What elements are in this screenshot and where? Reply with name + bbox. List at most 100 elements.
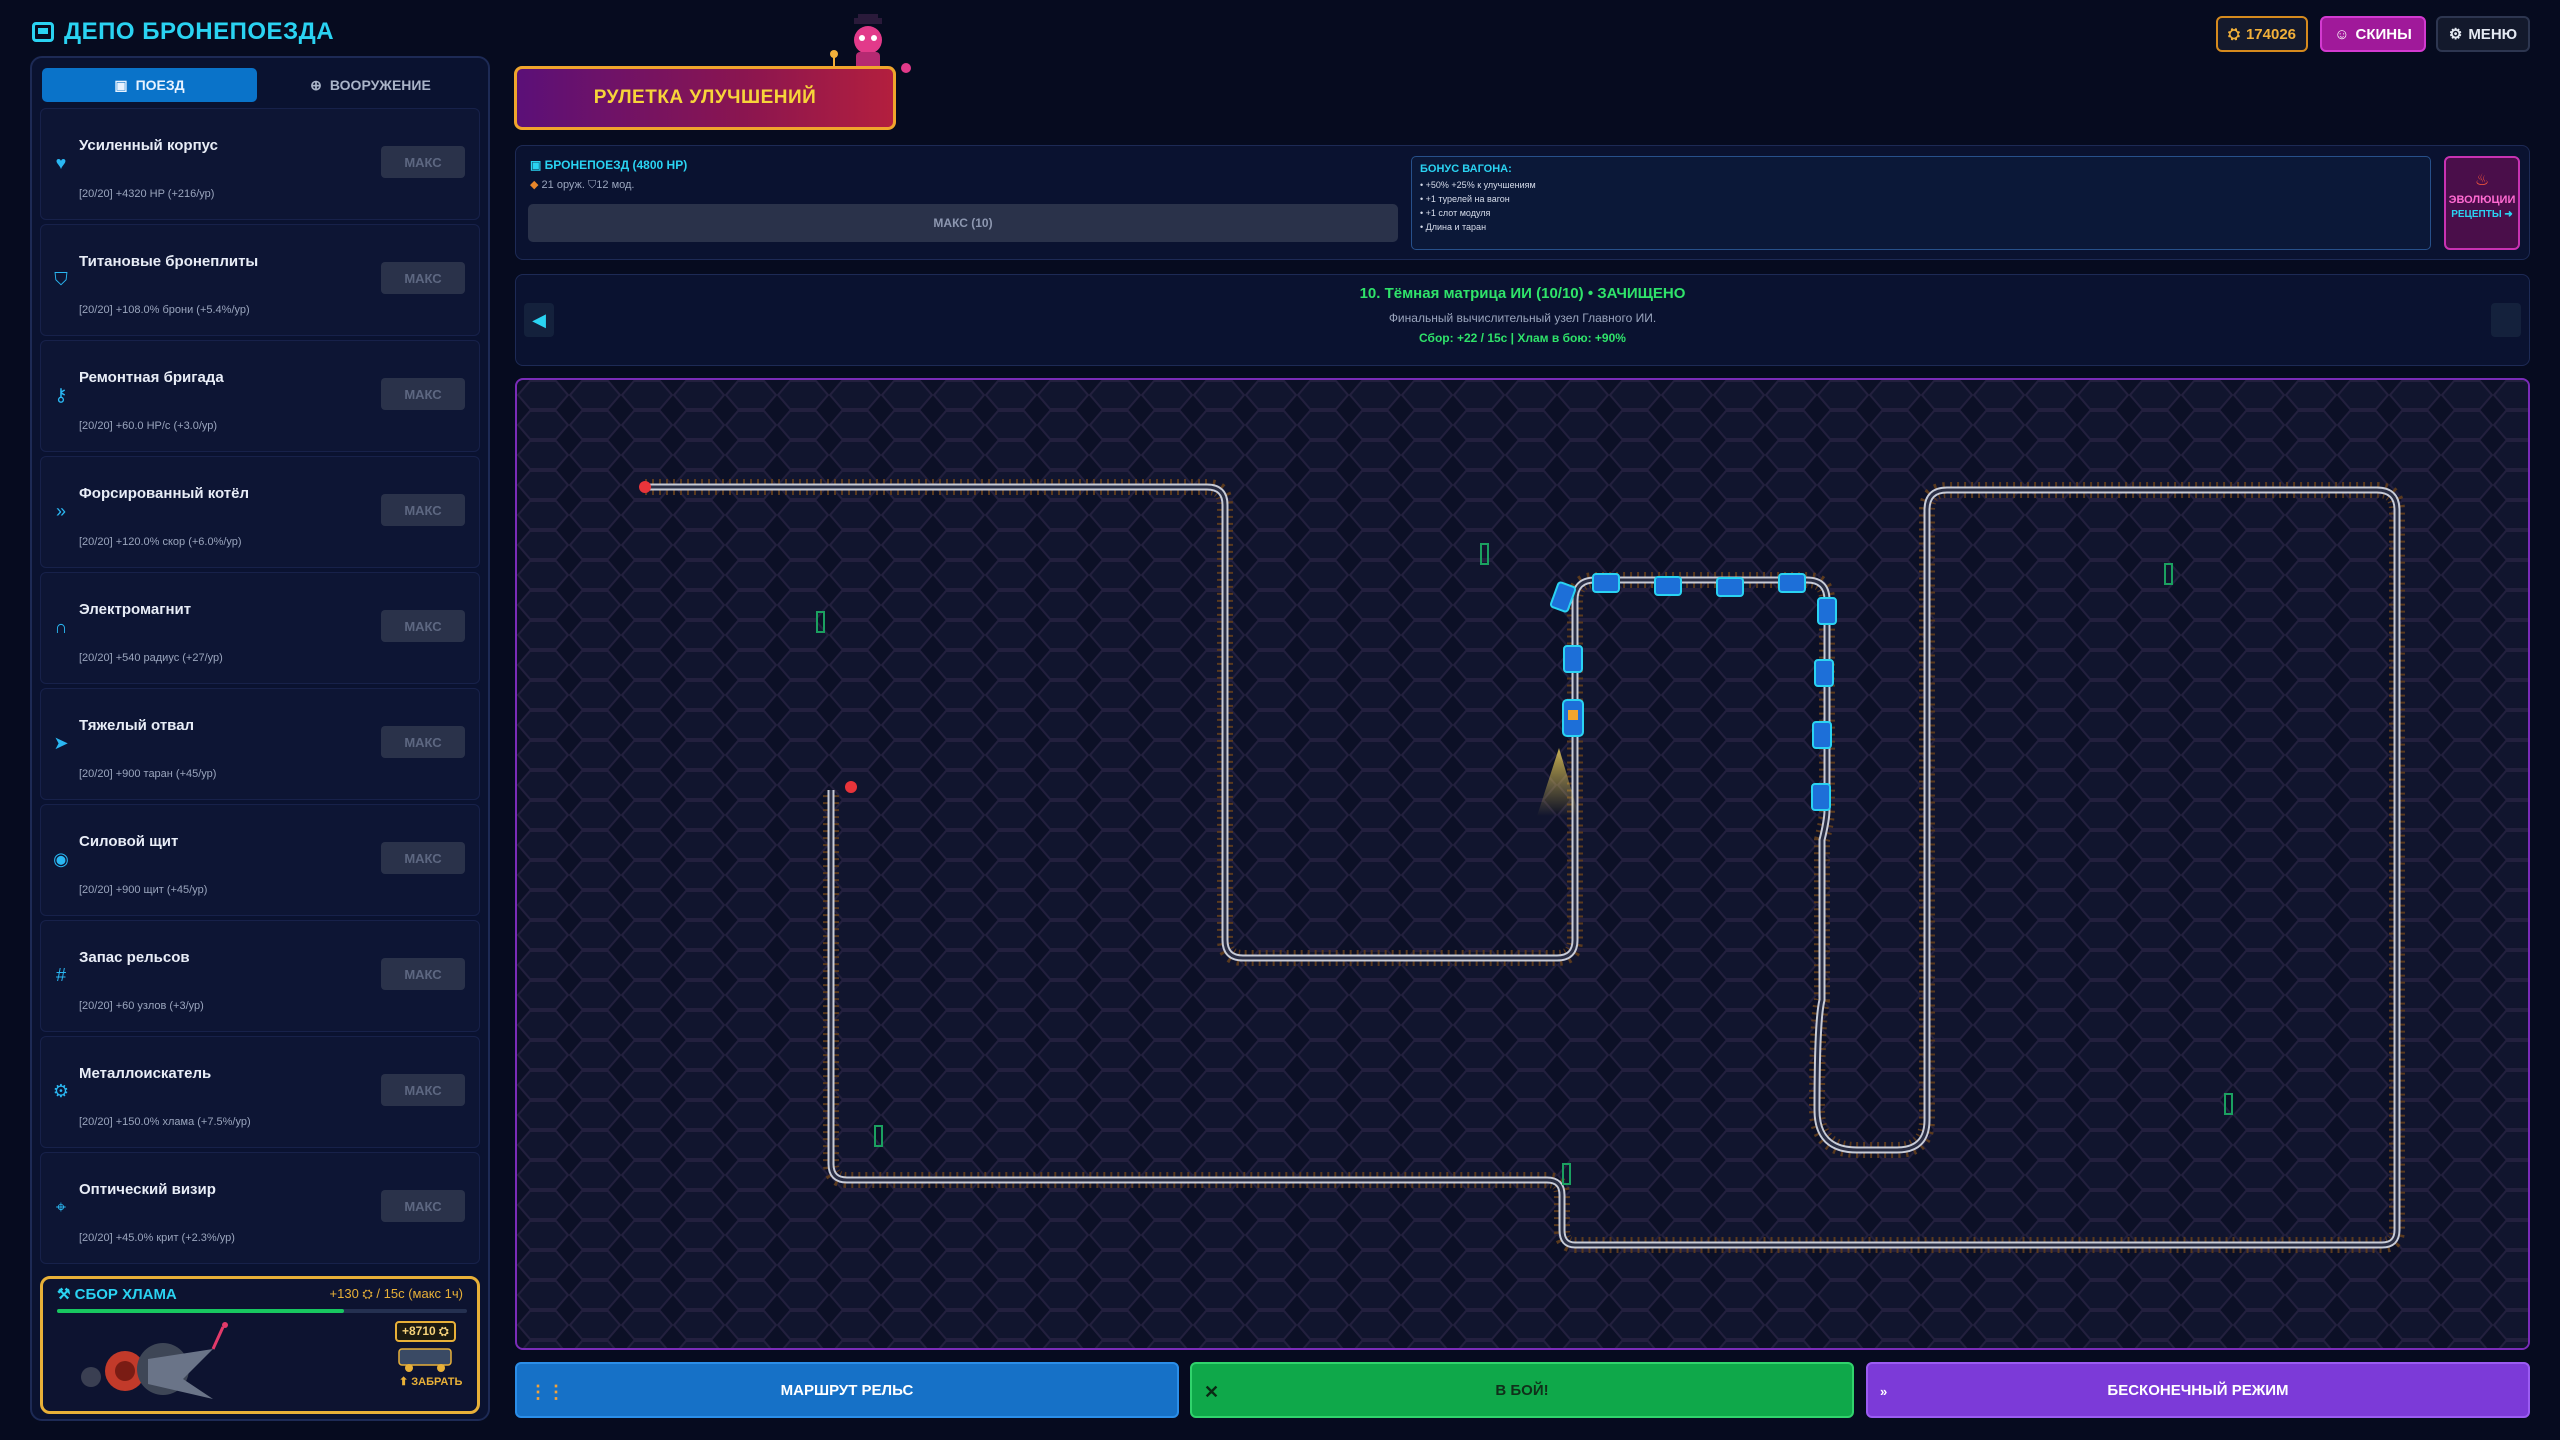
gear-icon: ⚙ — [52, 1081, 70, 1101]
scrap-badge: +8710 ⛭ — [395, 1321, 456, 1342]
next-level-button[interactable] — [2491, 303, 2521, 337]
depot-icon — [32, 22, 54, 42]
upgrade-stat: [20/20] +60 узлов (+3/ур) — [79, 1000, 204, 1012]
evolutions-label: ЭВОЛЮЦИИ — [2448, 194, 2516, 206]
gear-icon: ⚙ — [2448, 26, 2463, 43]
rails-icon: ⋮⋮ — [529, 1382, 565, 1402]
claim-scrap-button[interactable]: ⬆ ЗАБРАТЬ — [399, 1375, 462, 1388]
app-title-text: ДЕПО БРОНЕПОЕЗДА — [64, 18, 335, 45]
upgrade-card: ⌖ Оптический визир [20/20] +45.0% крит (+2… — [40, 1152, 480, 1264]
upgrade-card: ➤ Тяжелый отвал [20/20] +900 таран (+45/ур… — [40, 688, 480, 800]
magnet-icon: ∩ — [54, 617, 68, 637]
smile-icon: ☺ — [2334, 25, 2350, 43]
upgrade-card: ⚷ Ремонтная бригада [20/20] +60.0 HP/с (+3… — [40, 340, 480, 452]
coin-icon: ⛭ — [2227, 25, 2240, 43]
upgrade-name: Оптический визир — [79, 1181, 216, 1198]
upgrade-max-button[interactable]: МАКС — [381, 494, 465, 526]
shield-icon: ⛉ — [54, 269, 68, 289]
tab-train[interactable]: ▣ ПОЕЗД — [42, 68, 257, 102]
wrench-icon: ⚷ — [54, 385, 68, 405]
level-stats: Сбор: +22 / 15с | Хлам в бою: +90% — [1419, 331, 1626, 345]
coin-counter: ⛭ 174026 — [2216, 16, 2308, 52]
flame-icon: ♨ — [2474, 172, 2490, 189]
train-loadout: ◆ 21 оруж. ⛉12 мод. — [530, 179, 635, 191]
upgrade-max-button[interactable]: МАКС — [381, 262, 465, 294]
fight-label: В БОЙ! — [1495, 1381, 1549, 1399]
rail-map[interactable] — [515, 378, 2530, 1350]
crossed-swords-icon: ✕ — [1204, 1382, 1220, 1402]
upgrade-max-button[interactable]: МАКС — [381, 958, 465, 990]
upgrade-name: Форсированный котёл — [79, 485, 250, 502]
upgrade-stat: [20/20] +60.0 HP/с (+3.0/ур) — [79, 420, 218, 432]
coin-value: 174026 — [2245, 25, 2297, 43]
upgrade-max-button[interactable]: МАКС — [381, 1190, 465, 1222]
force-shield-icon: ◉ — [53, 849, 69, 869]
upgrade-name: Запас рельсов — [79, 949, 190, 966]
skins-button[interactable]: ☺ СКИНЫ — [2320, 16, 2426, 52]
upgrade-stat: [20/20] +900 таран (+45/ур) — [79, 768, 217, 780]
upgrade-stat: [20/20] +900 щит (+45/ур) — [79, 884, 208, 896]
panel-tabs: ▣ ПОЕЗД ⊕ ВООРУЖЕНИЕ — [42, 68, 478, 102]
level-description: Финальный вычислительный узел Главного И… — [1388, 311, 1657, 325]
evolutions-button[interactable]: ♨ ЭВОЛЮЦИИ РЕЦЕПТЫ ➜ — [2444, 156, 2520, 250]
train-max-button[interactable]: МАКС (10) — [528, 204, 1398, 242]
tab-weapons[interactable]: ⊕ ВООРУЖЕНИЕ — [263, 68, 478, 102]
wagon-bonus-line: • +50% +25% к улучшениям — [1420, 180, 1536, 190]
map-canvas[interactable] — [517, 380, 2530, 1350]
plow-arrow-icon: ➤ — [53, 733, 69, 753]
scrap-collector: ⚒ СБОР ХЛАМА +130 ⛭ / 15с (макс 1ч) +871… — [40, 1276, 480, 1414]
recipes-link[interactable]: РЕЦЕПТЫ ➜ — [2446, 209, 2518, 220]
rails-icon: # — [55, 965, 66, 985]
upgrade-card: ∩ Электромагнит [20/20] +540 радиус (+27/у… — [40, 572, 480, 684]
scrap-cart-icon — [398, 1348, 452, 1372]
level-selector: ◀ 10. Тёмная матрица ИИ (10/10) • ЗАЧИЩЕ… — [515, 274, 2530, 366]
level-title: 10. Тёмная матрица ИИ (10/10) • ЗАЧИЩЕНО — [1359, 285, 1686, 302]
wagon-bonus-line: • Длина и таран — [1420, 222, 1487, 232]
upgrade-name: Усиленный корпус — [79, 137, 218, 154]
wagon-bonus-line: • +1 турелей на вагон — [1420, 194, 1510, 204]
scrap-rate: +130 ⛭ / 15с (макс 1ч) — [329, 1286, 463, 1301]
upgrade-max-button[interactable]: МАКС — [381, 146, 465, 178]
wagon-bonus: БОНУС ВАГОНА: • +50% +25% к улучшениям •… — [1411, 156, 2431, 250]
rail-route-button[interactable]: ⋮⋮ МАРШРУТ РЕЛЬС — [515, 1362, 1179, 1418]
upgrade-card: ⛉ Титановые бронеплиты [20/20] +108.0% бро… — [40, 224, 480, 336]
menu-button[interactable]: ⚙ МЕНЮ — [2436, 16, 2530, 52]
menu-label: МЕНЮ — [2468, 25, 2518, 43]
upgrade-name: Металлоискатель — [79, 1065, 212, 1082]
endless-mode-label: БЕСКОНЕЧНЫЙ РЕЖИМ — [2107, 1381, 2289, 1399]
wagon-bonus-line: • +1 слот модуля — [1420, 208, 1491, 218]
upgrade-panel: ▣ ПОЕЗД ⊕ ВООРУЖЕНИЕ ♥ Усиленный корпус [2… — [30, 56, 490, 1421]
upgrade-stat: [20/20] +150.0% хлама (+7.5%/ур) — [79, 1116, 251, 1128]
upgrade-stat: [20/20] +4320 HP (+216/ур) — [79, 188, 215, 200]
shield-heart-icon: ♥ — [55, 153, 67, 173]
upgrade-max-button[interactable]: МАКС — [381, 1074, 465, 1106]
tab-train-label: ПОЕЗД — [135, 77, 185, 93]
skins-label: СКИНЫ — [2355, 25, 2412, 43]
train-icon: ▣ — [114, 76, 128, 93]
scope-icon: ⌖ — [55, 1197, 67, 1217]
endless-mode-button[interactable]: » БЕСКОНЕЧНЫЙ РЕЖИМ — [1866, 1362, 2530, 1418]
upgrade-max-button[interactable]: МАКС — [381, 726, 465, 758]
upgrade-max-button[interactable]: МАКС — [381, 842, 465, 874]
upgrade-roulette-button[interactable]: РУЛЕТКА УЛУЧШЕНИЙ — [514, 66, 896, 130]
fight-button[interactable]: ✕ В БОЙ! — [1190, 1362, 1854, 1418]
upgrade-name: Тяжелый отвал — [79, 717, 195, 734]
train-info-panel: ▣ БРОНЕПОЕЗД (4800 HP) ◆ 21 оруж. ⛉12 мо… — [515, 145, 2530, 260]
game-screen: ДЕПО БРОНЕПОЕЗДА ▣ ПОЕЗД ⊕ ВООРУЖЕНИЕ ♥ У… — [0, 0, 2560, 1440]
upgrade-name: Ремонтная бригада — [79, 369, 224, 386]
upgrade-card: ⚙ Металлоискатель [20/20] +150.0% хлама (+… — [40, 1036, 480, 1148]
app-title: ДЕПО БРОНЕПОЕЗДА — [32, 18, 334, 46]
speed-chevrons-icon: » — [55, 501, 66, 521]
rail-route-label: МАРШРУТ РЕЛЬС — [780, 1381, 914, 1399]
fast-forward-icon: » — [1880, 1384, 1888, 1399]
upgrade-name: Титановые бронеплиты — [79, 253, 259, 270]
upgrade-max-button[interactable]: МАКС — [381, 610, 465, 642]
track-endpoint-marker[interactable] — [639, 481, 651, 493]
upgrade-max-button[interactable]: МАКС — [381, 378, 465, 410]
upgrade-stat: [20/20] +540 радиус (+27/ур) — [79, 652, 223, 664]
track-endpoint-marker[interactable] — [845, 781, 857, 793]
scrap-progress-bar — [57, 1309, 467, 1313]
upgrade-stat: [20/20] +120.0% скор (+6.0%/ур) — [79, 536, 242, 548]
upgrade-card: ◉ Силовой щит [20/20] +900 щит (+45/ур) МАК… — [40, 804, 480, 916]
upgrade-list: ♥ Усиленный корпус [20/20] +4320 HP (+216/… — [40, 108, 480, 1268]
